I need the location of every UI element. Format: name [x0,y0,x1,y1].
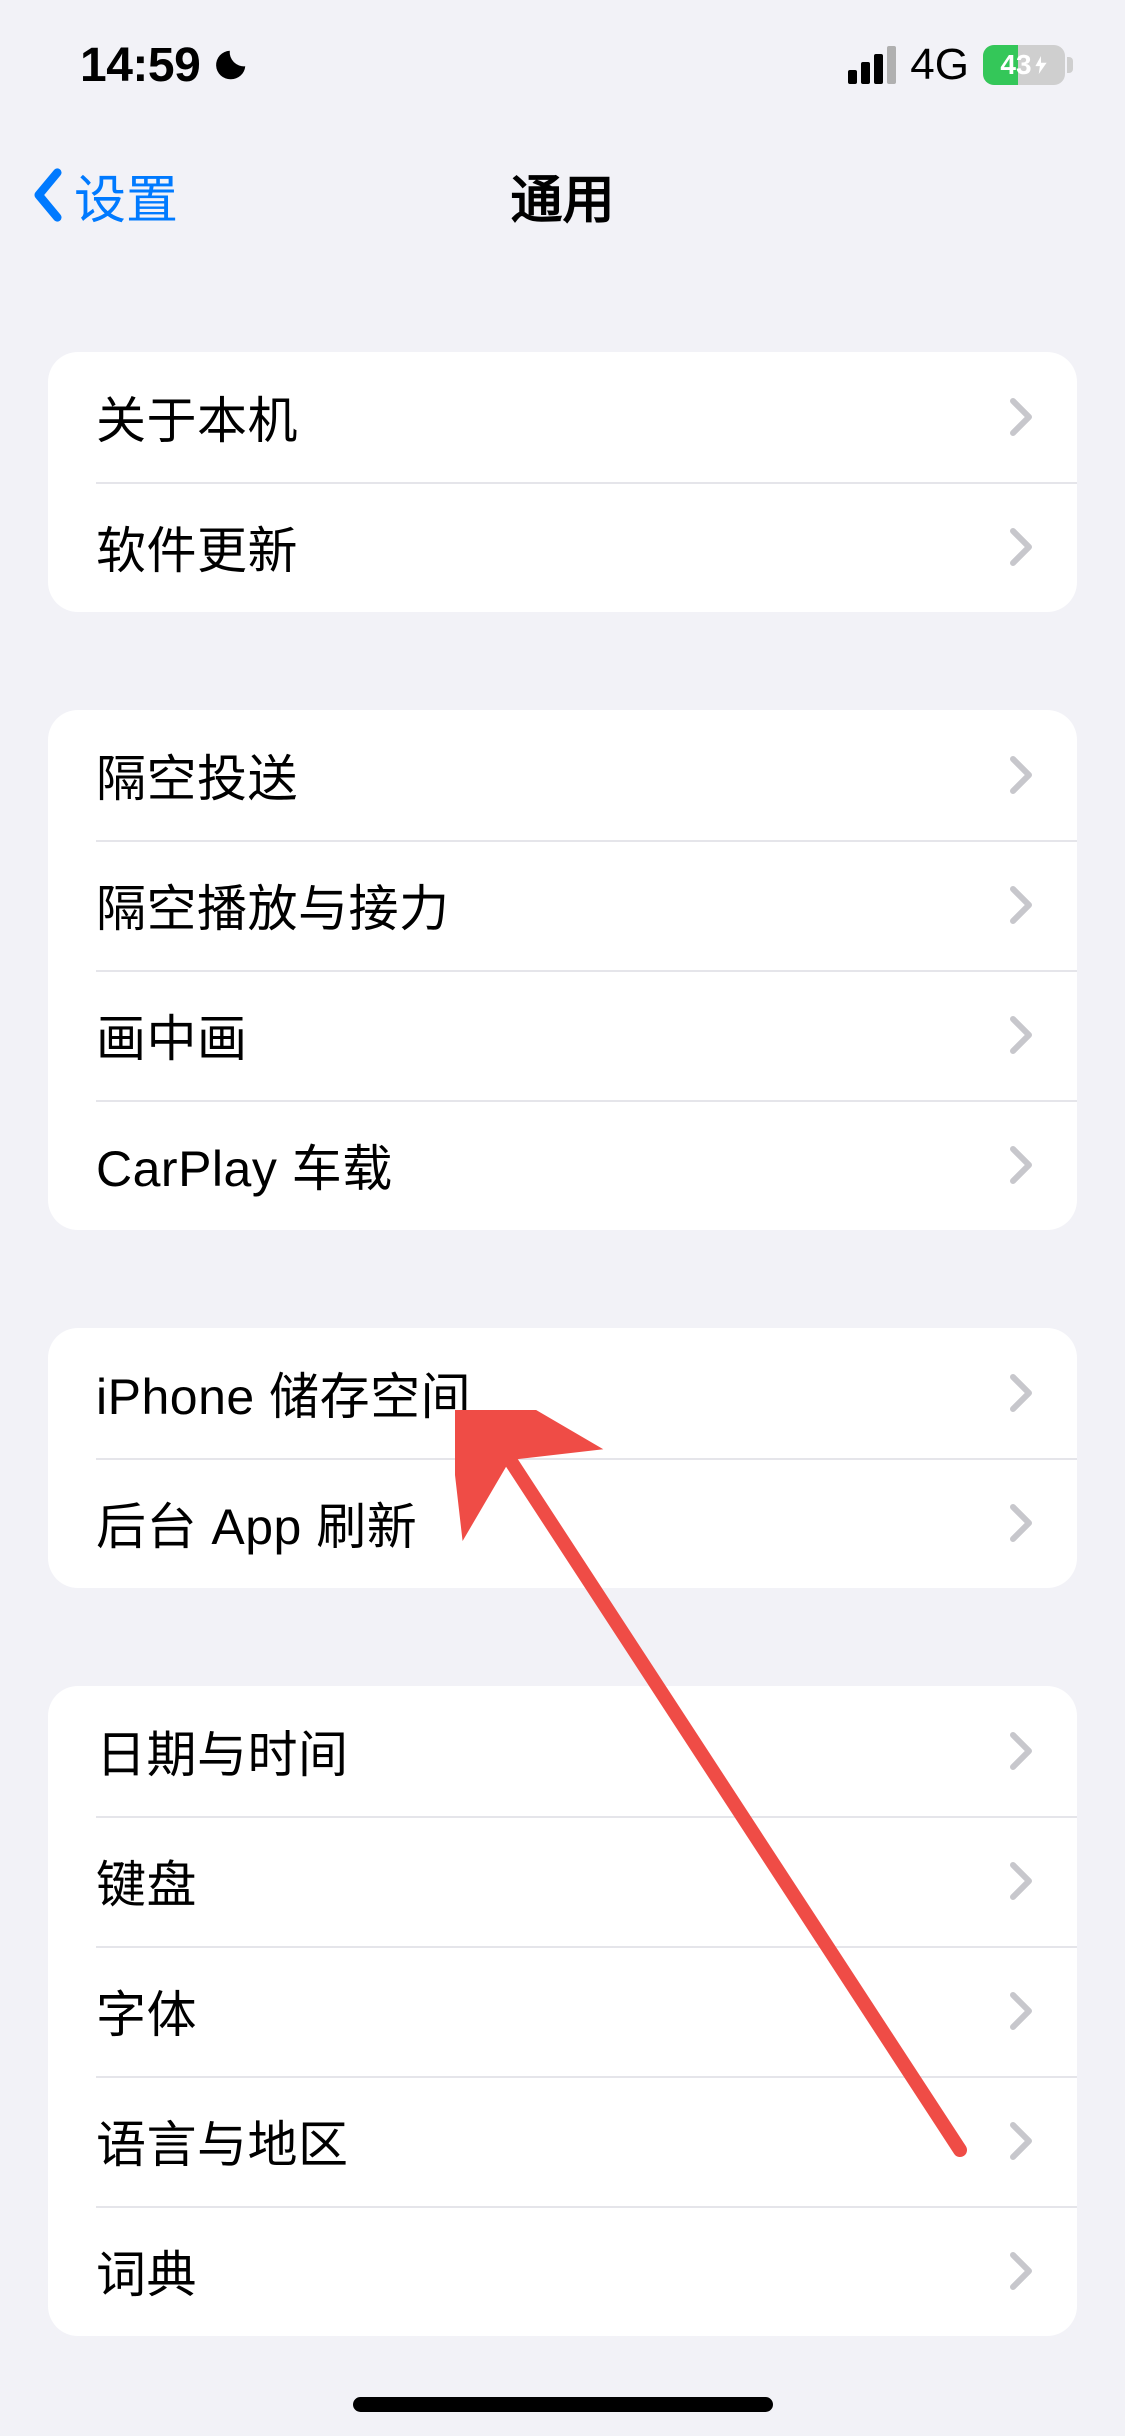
chevron-right-icon [1009,1503,1033,1543]
row-software-update[interactable]: 软件更新 [48,482,1077,612]
status-right: 4G 43 [848,40,1065,90]
settings-group: 隔空投送 隔空播放与接力 画中画 CarPlay 车载 [48,710,1077,1230]
settings-group: 关于本机 软件更新 [48,352,1077,612]
row-label: 隔空投送 [96,739,298,811]
row-label: 隔空播放与接力 [96,869,450,941]
chevron-right-icon [1009,2251,1033,2291]
chevron-right-icon [1009,397,1033,437]
row-label: 语言与地区 [96,2105,349,2177]
status-left: 14:59 [80,38,250,93]
row-date-time[interactable]: 日期与时间 [48,1686,1077,1816]
row-background-app-refresh[interactable]: 后台 App 刷新 [48,1458,1077,1588]
row-iphone-storage[interactable]: iPhone 储存空间 [48,1328,1077,1458]
navigation-bar: 设置 通用 [0,130,1125,260]
row-airplay-handoff[interactable]: 隔空播放与接力 [48,840,1077,970]
row-about[interactable]: 关于本机 [48,352,1077,482]
row-label: 词典 [96,2235,197,2307]
home-indicator[interactable] [353,2397,773,2412]
chevron-right-icon [1009,1731,1033,1771]
row-label: 日期与时间 [96,1715,349,1787]
row-carplay[interactable]: CarPlay 车载 [48,1100,1077,1230]
battery-icon: 43 [983,45,1065,85]
row-fonts[interactable]: 字体 [48,1946,1077,2076]
do-not-disturb-icon [212,46,250,84]
back-button[interactable]: 设置 [30,158,178,233]
row-label: 画中画 [96,999,248,1071]
row-label: iPhone 储存空间 [96,1357,471,1429]
row-label: 键盘 [96,1845,197,1917]
chevron-right-icon [1009,1991,1033,2031]
chevron-right-icon [1009,885,1033,925]
row-dictionary[interactable]: 词典 [48,2206,1077,2336]
settings-group: iPhone 储存空间 后台 App 刷新 [48,1328,1077,1588]
row-picture-in-picture[interactable]: 画中画 [48,970,1077,1100]
row-label: 软件更新 [96,511,298,583]
page-title: 通用 [510,158,614,233]
row-label: CarPlay 车载 [96,1129,393,1201]
row-label: 后台 App 刷新 [96,1487,417,1559]
settings-group: 日期与时间 键盘 字体 语言与地区 词典 [48,1686,1077,2336]
status-time: 14:59 [80,38,200,93]
row-airdrop[interactable]: 隔空投送 [48,710,1077,840]
chevron-right-icon [1009,1015,1033,1055]
network-label: 4G [910,40,969,90]
row-label: 关于本机 [96,381,298,453]
row-language-region[interactable]: 语言与地区 [48,2076,1077,2206]
cellular-signal-icon [848,46,896,84]
chevron-right-icon [1009,1145,1033,1185]
row-keyboard[interactable]: 键盘 [48,1816,1077,1946]
row-label: 字体 [96,1975,197,2047]
chevron-right-icon [1009,2121,1033,2161]
battery-level: 43 [1000,49,1031,81]
chevron-left-icon [30,167,66,223]
chevron-right-icon [1009,527,1033,567]
chevron-right-icon [1009,755,1033,795]
content: 关于本机 软件更新 隔空投送 隔空播放与接力 画中画 CarPlay 车载 iP… [0,352,1125,2336]
status-bar: 14:59 4G 43 [0,0,1125,130]
back-label: 设置 [74,158,178,233]
chevron-right-icon [1009,1861,1033,1901]
chevron-right-icon [1009,1373,1033,1413]
